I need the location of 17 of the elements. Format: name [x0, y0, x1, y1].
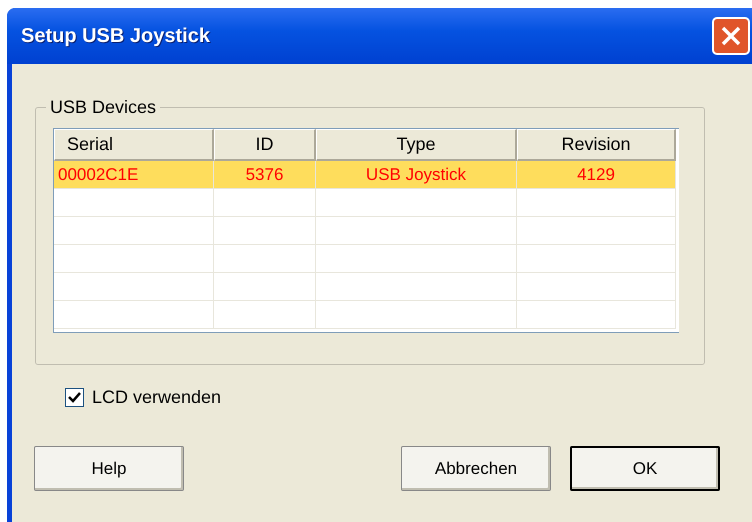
table-cell: 5376	[214, 161, 316, 189]
dialog-button[interactable]: OK	[570, 446, 720, 491]
column-header[interactable]: Type	[316, 129, 517, 161]
column-header[interactable]: Serial	[54, 129, 214, 161]
table-cell: 4129	[517, 161, 676, 189]
window-title: Setup USB Joystick	[21, 24, 210, 48]
checkbox[interactable]	[65, 388, 84, 407]
column-header[interactable]: ID	[214, 129, 316, 161]
dialog-button[interactable]: Abbrechen	[401, 446, 551, 491]
group-title: USB Devices	[49, 97, 158, 118]
table-cell: 00002C1E	[54, 161, 214, 189]
dialog-button[interactable]: Help	[34, 446, 184, 491]
checkbox-label: LCD verwenden	[92, 387, 222, 408]
table-cell: USB Joystick	[316, 161, 517, 189]
close-icon	[720, 25, 742, 47]
close-button[interactable]	[712, 17, 750, 55]
column-header[interactable]: Revision	[517, 129, 676, 161]
